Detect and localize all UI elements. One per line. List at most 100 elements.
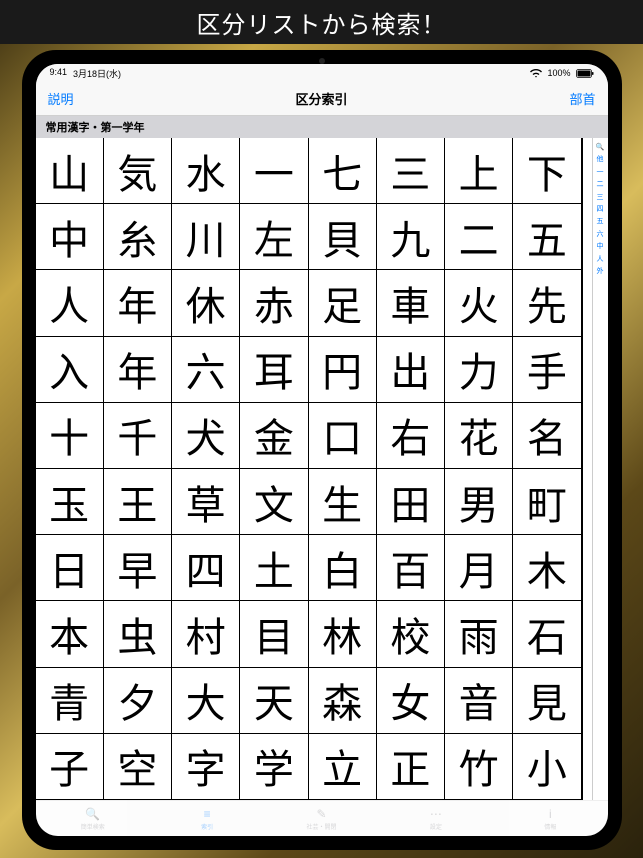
nav-bar: 説明 区分索引 部首 — [36, 82, 608, 116]
kanji-cell[interactable]: 村 — [172, 601, 240, 667]
kanji-cell[interactable]: 花 — [445, 403, 513, 469]
side-index-item[interactable]: 人 — [597, 256, 604, 264]
kanji-cell[interactable]: 一 — [240, 138, 308, 204]
kanji-cell[interactable]: 手 — [513, 337, 581, 403]
kanji-cell[interactable]: 立 — [309, 734, 377, 800]
kanji-cell[interactable]: 名 — [513, 403, 581, 469]
nav-left-button[interactable]: 説明 — [48, 89, 74, 108]
kanji-cell[interactable]: 左 — [240, 204, 308, 270]
kanji-cell[interactable]: 天 — [240, 668, 308, 734]
kanji-cell[interactable]: 見 — [513, 668, 581, 734]
kanji-cell[interactable]: 青 — [36, 668, 104, 734]
kanji-cell[interactable]: 空 — [104, 734, 172, 800]
kanji-cell[interactable]: 木 — [513, 535, 581, 601]
kanji-cell[interactable]: 男 — [445, 469, 513, 535]
kanji-cell[interactable]: 年 — [104, 270, 172, 336]
kanji-cell[interactable]: 雨 — [445, 601, 513, 667]
kanji-cell[interactable]: 目 — [240, 601, 308, 667]
kanji-cell[interactable]: 日 — [36, 535, 104, 601]
kanji-cell[interactable]: 入 — [36, 337, 104, 403]
kanji-cell[interactable]: 火 — [445, 270, 513, 336]
kanji-cell[interactable]: 石 — [513, 601, 581, 667]
kanji-cell[interactable]: 上 — [445, 138, 513, 204]
kanji-cell[interactable]: 文 — [240, 469, 308, 535]
kanji-cell[interactable]: 田 — [377, 469, 445, 535]
kanji-cell[interactable]: 七 — [309, 138, 377, 204]
kanji-cell[interactable]: 大 — [172, 668, 240, 734]
side-index-item[interactable]: 六 — [597, 231, 604, 239]
kanji-cell[interactable]: 森 — [309, 668, 377, 734]
kanji-cell[interactable]: 五 — [513, 204, 581, 270]
kanji-cell[interactable]: 校 — [377, 601, 445, 667]
kanji-cell[interactable]: 中 — [36, 204, 104, 270]
kanji-cell[interactable]: 虫 — [104, 601, 172, 667]
kanji-cell[interactable]: 右 — [377, 403, 445, 469]
tab-item[interactable]: ⋯設定 — [379, 801, 493, 836]
kanji-cell[interactable]: 三 — [377, 138, 445, 204]
kanji-cell[interactable]: 林 — [309, 601, 377, 667]
kanji-cell[interactable]: 休 — [172, 270, 240, 336]
kanji-cell[interactable]: 出 — [377, 337, 445, 403]
kanji-cell[interactable]: 年 — [104, 337, 172, 403]
kanji-cell[interactable]: 白 — [309, 535, 377, 601]
kanji-cell[interactable]: 下 — [513, 138, 581, 204]
kanji-cell[interactable]: 草 — [172, 469, 240, 535]
kanji-cell[interactable]: 早 — [104, 535, 172, 601]
kanji-cell[interactable]: 口 — [309, 403, 377, 469]
kanji-cell[interactable]: 金 — [240, 403, 308, 469]
kanji-cell[interactable]: 九 — [377, 204, 445, 270]
kanji-cell[interactable]: 千 — [104, 403, 172, 469]
kanji-cell[interactable]: 気 — [104, 138, 172, 204]
kanji-cell[interactable]: 本 — [36, 601, 104, 667]
kanji-cell[interactable]: 正 — [377, 734, 445, 800]
side-index-item[interactable]: 中 — [597, 243, 604, 251]
kanji-cell[interactable]: 学 — [240, 734, 308, 800]
side-index-item[interactable]: 一 — [597, 169, 604, 177]
kanji-cell[interactable]: 土 — [240, 535, 308, 601]
kanji-cell[interactable]: 人 — [36, 270, 104, 336]
kanji-cell[interactable]: 生 — [309, 469, 377, 535]
side-index-item[interactable]: 五 — [597, 218, 604, 226]
side-index-item[interactable]: 二 — [597, 181, 604, 189]
kanji-cell[interactable]: 先 — [513, 270, 581, 336]
tab-icon: ✎ — [316, 807, 326, 821]
side-index-item[interactable]: 三 — [597, 194, 604, 202]
kanji-cell[interactable]: 月 — [445, 535, 513, 601]
tab-item[interactable]: i情報 — [493, 801, 607, 836]
kanji-cell[interactable]: 水 — [172, 138, 240, 204]
kanji-cell[interactable]: 町 — [513, 469, 581, 535]
kanji-cell[interactable]: 貝 — [309, 204, 377, 270]
search-icon[interactable]: 🔍 — [596, 144, 605, 152]
kanji-cell[interactable]: 小 — [513, 734, 581, 800]
kanji-cell[interactable]: 字 — [172, 734, 240, 800]
kanji-cell[interactable]: 車 — [377, 270, 445, 336]
kanji-cell[interactable]: 玉 — [36, 469, 104, 535]
tab-item[interactable]: ≡索引 — [150, 801, 264, 836]
kanji-cell[interactable]: 赤 — [240, 270, 308, 336]
kanji-cell[interactable]: 夕 — [104, 668, 172, 734]
kanji-cell[interactable]: 六 — [172, 337, 240, 403]
side-index-item[interactable]: 他 — [597, 156, 604, 164]
tab-item[interactable]: 🔍簡単検索 — [36, 801, 150, 836]
kanji-cell[interactable]: 山 — [36, 138, 104, 204]
kanji-cell[interactable]: 女 — [377, 668, 445, 734]
kanji-cell[interactable]: 王 — [104, 469, 172, 535]
kanji-cell[interactable]: 竹 — [445, 734, 513, 800]
kanji-cell[interactable]: 音 — [445, 668, 513, 734]
kanji-cell[interactable]: 川 — [172, 204, 240, 270]
kanji-cell[interactable]: 子 — [36, 734, 104, 800]
kanji-cell[interactable]: 犬 — [172, 403, 240, 469]
kanji-cell[interactable]: 力 — [445, 337, 513, 403]
tab-item[interactable]: ✎社芸・開閉 — [264, 801, 378, 836]
kanji-cell[interactable]: 二 — [445, 204, 513, 270]
kanji-cell[interactable]: 百 — [377, 535, 445, 601]
kanji-cell[interactable]: 円 — [309, 337, 377, 403]
kanji-cell[interactable]: 四 — [172, 535, 240, 601]
nav-right-button[interactable]: 部首 — [569, 89, 595, 108]
kanji-cell[interactable]: 糸 — [104, 204, 172, 270]
kanji-cell[interactable]: 足 — [309, 270, 377, 336]
side-index-item[interactable]: 外 — [597, 268, 604, 276]
kanji-cell[interactable]: 耳 — [240, 337, 308, 403]
kanji-cell[interactable]: 十 — [36, 403, 104, 469]
side-index-item[interactable]: 四 — [597, 206, 604, 214]
